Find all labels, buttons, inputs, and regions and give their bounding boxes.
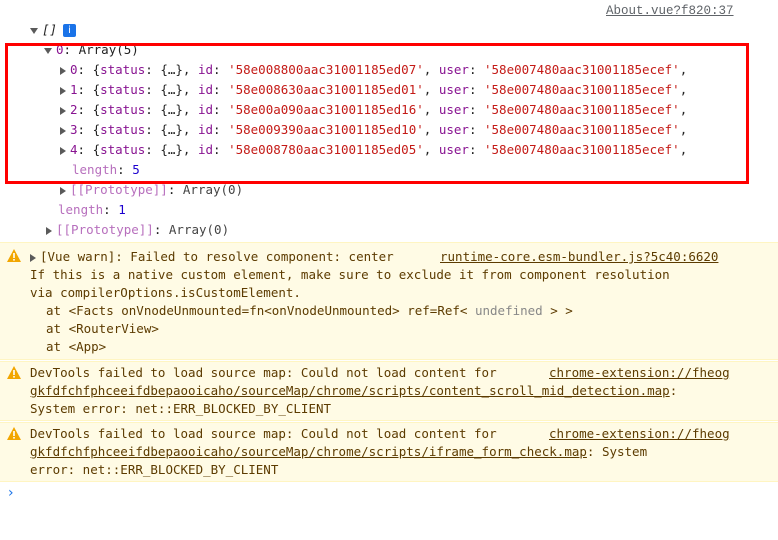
root-array-label: [] (42, 22, 58, 37)
trace-undefined-value: undefined (474, 303, 543, 318)
sourcemap-warning-text: : (669, 383, 678, 398)
outer-prototype-value: Array(0) (168, 222, 230, 237)
warning-icon (7, 366, 21, 379)
outer-prototype-key: [[Prototype]] (56, 222, 154, 237)
sourcemap-warning-error: System error: net::ERR_BLOCKED_BY_CLIENT (30, 401, 332, 416)
expand-triangle-icon[interactable] (30, 27, 38, 34)
sourcemap-link[interactable]: gkfdfchfphceeifdbepaooicaho/sourceMap/ch… (30, 444, 587, 459)
trace-text: at <Facts onVnodeUnmounted=fn<onVnodeUnm… (46, 303, 468, 318)
sourcemap-link[interactable]: gkfdfchfphceeifdbepaooicaho/sourceMap/ch… (30, 383, 670, 398)
vue-warning-trace-line: at <RouterView> (46, 321, 159, 336)
expand-triangle-icon[interactable] (30, 253, 36, 262)
sourcemap-warning-text: : System (586, 444, 648, 459)
inner-prototype-row[interactable]: [[Prototype]]: Array(0) (60, 180, 243, 200)
sourcemap-warning-text: DevTools failed to load source map: Coul… (30, 365, 497, 380)
vue-warning-trace-line: at <App> (46, 339, 107, 354)
warning-icon (7, 427, 21, 440)
sourcemap-link[interactable]: chrome-extension://fheog (549, 364, 730, 382)
inner-prototype-value: Array(0) (182, 182, 244, 197)
info-icon[interactable]: i (63, 24, 77, 37)
outer-length-key: length (58, 202, 104, 217)
expand-triangle-icon[interactable] (60, 186, 66, 195)
console-prompt[interactable]: › (8, 485, 14, 501)
root-array-row[interactable]: [] i (30, 20, 77, 40)
sourcemap-link[interactable]: chrome-extension://fheog (549, 425, 730, 443)
vue-warning-detail-line: via compilerOptions.isCustomElement. (30, 285, 301, 300)
warning-icon (7, 249, 21, 262)
outer-length-row: length: 1 (58, 202, 126, 217)
sourcemap-warning-message: DevTools failed to load source map: Coul… (0, 361, 778, 421)
vue-warning-detail-line: If this is a native custom element, make… (30, 267, 670, 282)
vue-warning-trace-line: at <Facts onVnodeUnmounted=fn<onVnodeUnm… (46, 302, 573, 320)
source-file-link[interactable]: About.vue?f820:37 (606, 4, 734, 18)
outer-prototype-row[interactable]: [[Prototype]]: Array(0) (46, 220, 229, 240)
sourcemap-warning-message: DevTools failed to load source map: Coul… (0, 422, 778, 482)
sourcemap-warning-text: DevTools failed to load source map: Coul… (30, 426, 497, 441)
highlight-box (5, 43, 749, 184)
sourcemap-warning-error: error: net::ERR_BLOCKED_BY_CLIENT (30, 462, 279, 477)
trace-text: > > (550, 303, 573, 318)
vue-warning-source-link[interactable]: runtime-core.esm-bundler.js?5c40:6620 (440, 248, 718, 266)
outer-length-value: 1 (118, 202, 126, 217)
expand-triangle-icon[interactable] (46, 226, 52, 235)
vue-warning-text: [Vue warn]: Failed to resolve component:… (40, 249, 394, 264)
inner-prototype-key: [[Prototype]] (70, 182, 168, 197)
vue-warning-message: [Vue warn]: Failed to resolve component:… (0, 242, 778, 360)
